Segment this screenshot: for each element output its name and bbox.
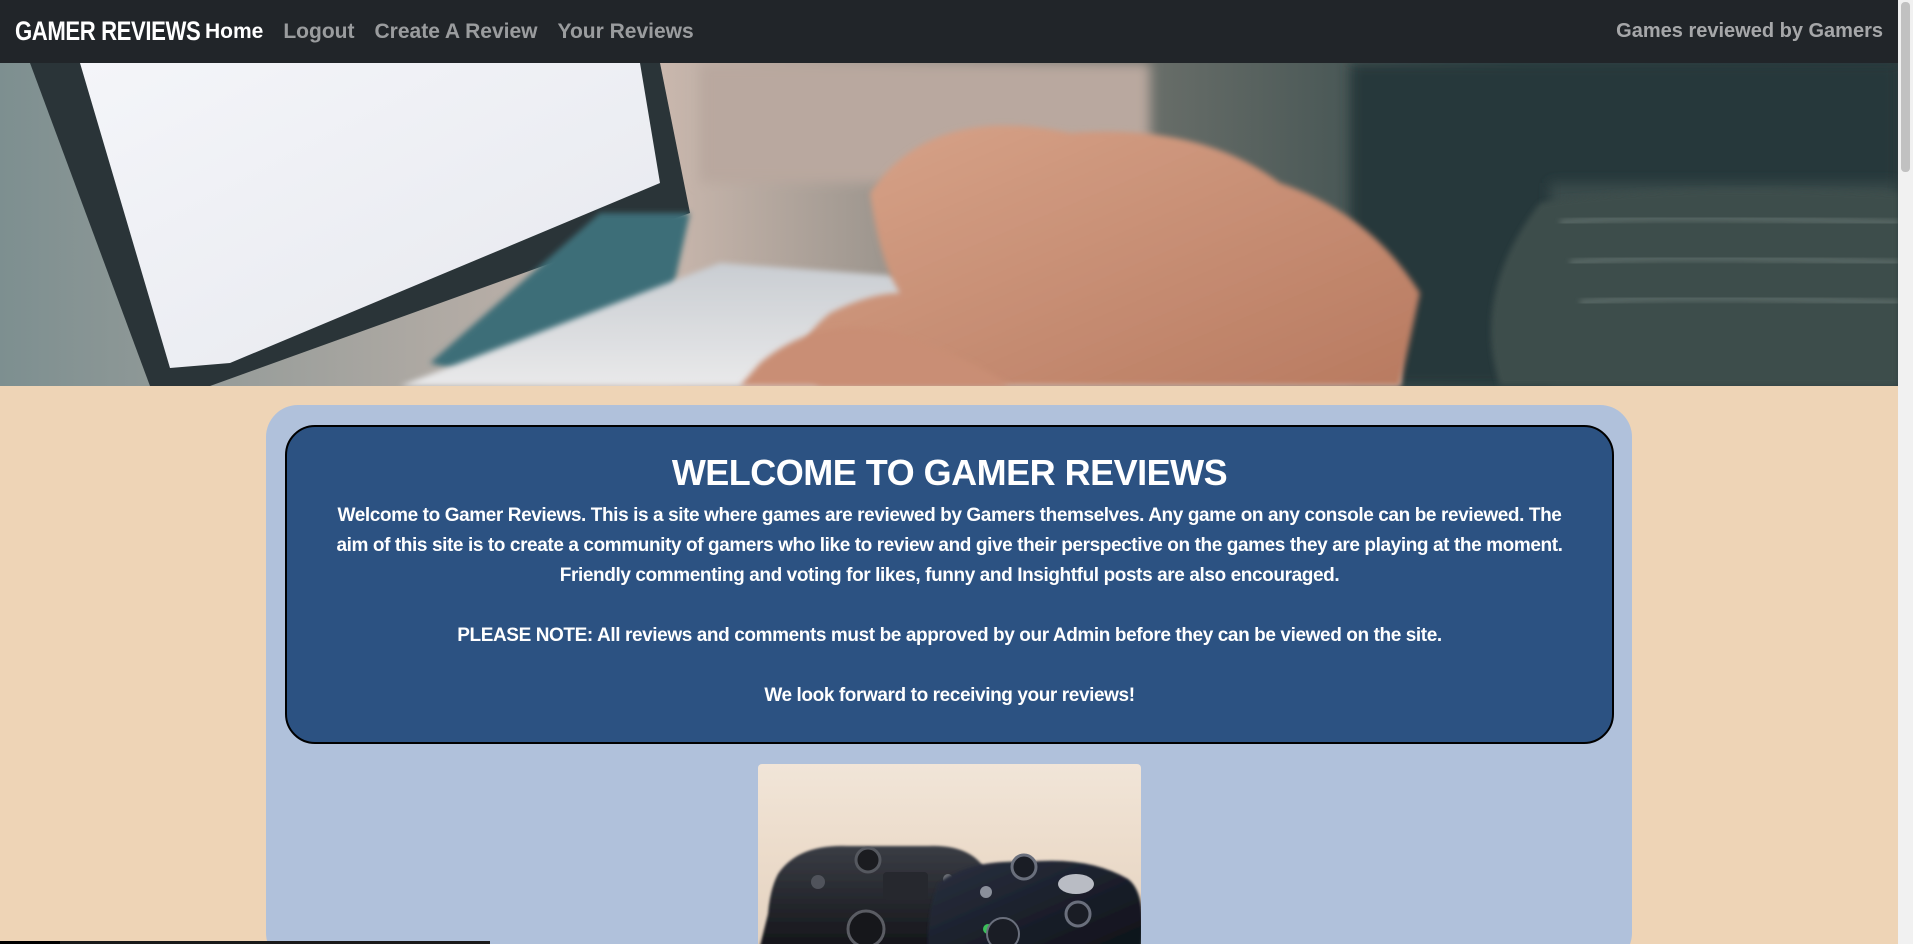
scrollbar-thumb[interactable] <box>1901 2 1910 172</box>
nav-link-logout[interactable]: Logout <box>283 20 354 44</box>
controllers-illustration <box>760 845 1141 944</box>
nav-link-home[interactable]: Home <box>205 20 263 44</box>
nav-link-create-review[interactable]: Create A Review <box>375 20 538 44</box>
nav-link-your-reviews[interactable]: Your Reviews <box>558 20 694 44</box>
game-controllers-image <box>758 764 1141 944</box>
nav-links: Home Logout Create A Review Your Reviews <box>205 0 714 63</box>
top-navbar: GAMER REVIEWS Home Logout Create A Revie… <box>0 0 1898 63</box>
welcome-closing-text: We look forward to receiving your review… <box>764 684 1135 706</box>
page-scrollbar[interactable] <box>1898 0 1913 944</box>
welcome-note-text: PLEASE NOTE: All reviews and comments mu… <box>457 624 1442 646</box>
welcome-title: WELCOME TO GAMER REVIEWS <box>671 452 1228 493</box>
welcome-box: WELCOME TO GAMER REVIEWS Welcome to Game… <box>285 425 1614 744</box>
brand-logo-link[interactable]: GAMER REVIEWS <box>15 16 201 47</box>
navbar-tagline: Games reviewed by Gamers <box>1616 20 1883 42</box>
hero-laptop-hands-illustration <box>0 63 1898 386</box>
welcome-intro-text: Welcome to Gamer Reviews. This is a site… <box>336 504 1563 586</box>
hero-banner-image <box>0 63 1898 386</box>
